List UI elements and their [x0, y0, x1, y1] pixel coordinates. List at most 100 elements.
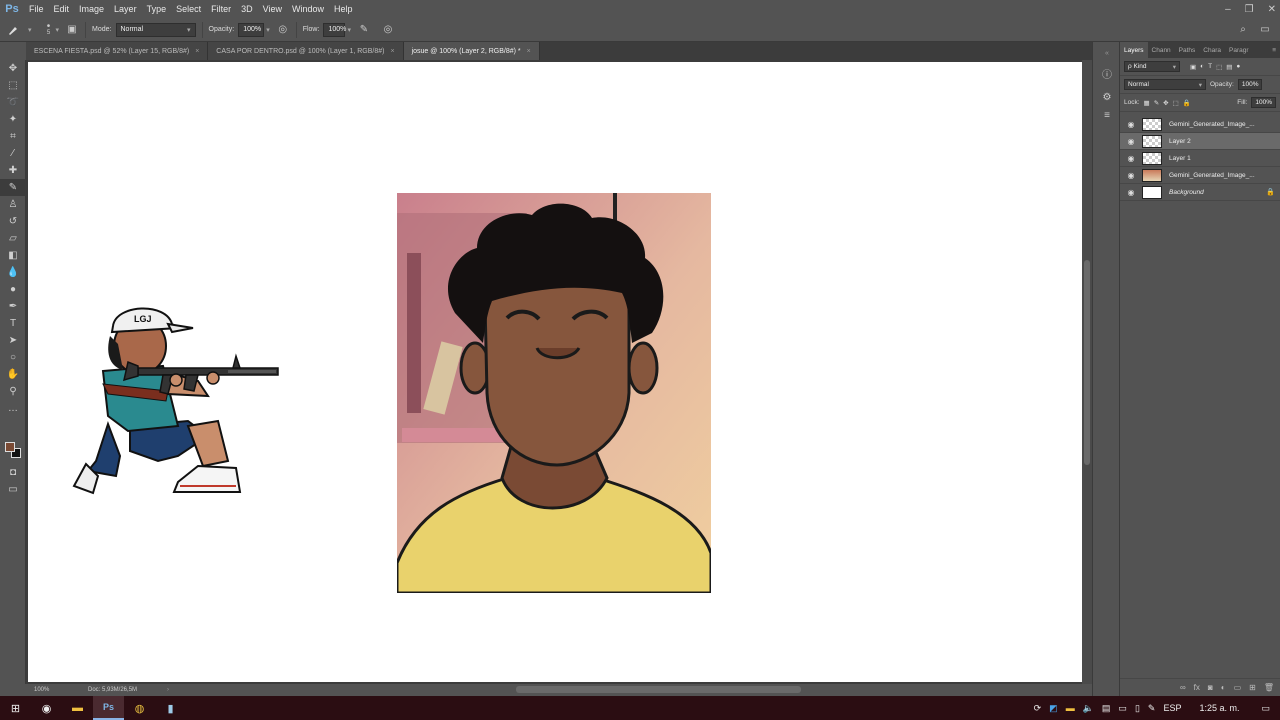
visibility-eye-icon[interactable]: ◉ [1120, 137, 1142, 146]
vertical-scrollbar[interactable] [1082, 60, 1092, 684]
hand-icon[interactable]: ✋ [0, 366, 26, 383]
marquee-icon[interactable]: ⬚ [0, 77, 26, 94]
chrome-icon[interactable]: ◍ [124, 696, 155, 720]
lock-all-icon[interactable]: 🔒 [1183, 99, 1191, 107]
visibility-eye-icon[interactable]: ◉ [1120, 171, 1142, 180]
properties-icon[interactable]: ≡ [1093, 106, 1121, 124]
mask-icon[interactable]: ◙ [1208, 683, 1213, 692]
menu-3d[interactable]: 3D [236, 4, 258, 14]
delete-icon[interactable]: 🗑 [1264, 683, 1274, 692]
filter-smart-icon[interactable]: ▤ [1226, 63, 1232, 71]
menu-edit[interactable]: Edit [49, 4, 75, 14]
language-indicator[interactable]: ESP [1163, 703, 1181, 713]
lock-artboard-icon[interactable]: ⬚ [1173, 99, 1179, 107]
tray-icon[interactable]: ◩ [1049, 703, 1058, 714]
opacity-input[interactable]: 100% [238, 22, 265, 37]
mode-select[interactable]: Normal ▾ [115, 22, 196, 37]
foreground-color-swatch[interactable] [5, 442, 15, 452]
tray-icon[interactable]: ▬ [1066, 703, 1075, 713]
type-icon[interactable]: T [0, 315, 26, 332]
menu-select[interactable]: Select [171, 4, 206, 14]
path-select-icon[interactable]: ➤ [0, 332, 26, 349]
crop-icon[interactable]: ⌗ [0, 128, 26, 145]
tab-paths[interactable]: Paths [1175, 42, 1200, 58]
lock-transparent-icon[interactable]: ▦ [1144, 99, 1150, 107]
layer-row[interactable]: ◉ Gemini_Generated_Image_... [1120, 116, 1280, 133]
tray-icon[interactable]: ▯ [1135, 703, 1140, 714]
link-icon[interactable]: ∞ [1180, 683, 1186, 692]
panel-menu-icon[interactable]: ≡ [1272, 47, 1276, 54]
canvas[interactable]: LGJ [28, 62, 1082, 682]
menu-help[interactable]: Help [329, 4, 358, 14]
fx-icon[interactable]: fx [1194, 683, 1200, 692]
adjustments-icon[interactable]: ⚙ [1093, 88, 1121, 106]
menu-view[interactable]: View [258, 4, 287, 14]
status-menu-icon[interactable]: › [167, 687, 169, 693]
brush-tool-preset-icon[interactable] [0, 23, 26, 37]
tab-close-icon[interactable]: × [390, 48, 394, 55]
layer-row[interactable]: ◉ Layer 1 [1120, 150, 1280, 167]
magic-wand-icon[interactable]: ✦ [0, 111, 26, 128]
windows-start-icon[interactable]: ⊞ [0, 696, 31, 720]
network-icon[interactable]: ▤ [1102, 703, 1111, 714]
history-brush-icon[interactable]: ↺ [0, 213, 26, 230]
lock-paint-icon[interactable]: ✎ [1154, 99, 1159, 107]
menu-file[interactable]: File [24, 4, 49, 14]
fill-input[interactable]: 100% [1251, 97, 1276, 108]
tab-casa-por-dentro[interactable]: CASA POR DENTRO.psd @ 100% (Layer 1, RGB… [208, 42, 404, 60]
clock[interactable]: 1:25 a. m. [1199, 703, 1239, 713]
more-tools-icon[interactable]: … [0, 400, 26, 417]
tab-paragraph[interactable]: Paragr [1225, 42, 1253, 58]
shape-icon[interactable]: ○ [0, 349, 26, 366]
tab-character[interactable]: Chara [1199, 42, 1225, 58]
dodge-icon[interactable]: ● [0, 281, 26, 298]
zoom-level[interactable]: 100% [34, 687, 74, 693]
menu-type[interactable]: Type [142, 4, 172, 14]
move-icon[interactable]: ✥ [0, 60, 26, 77]
search-icon[interactable]: ⌕ [1236, 23, 1250, 37]
filter-type-icon[interactable]: T [1208, 63, 1212, 70]
collapse-icon[interactable]: « [1093, 44, 1121, 62]
brush-panel-toggle-icon[interactable]: ▣ [65, 23, 79, 37]
pressure-opacity-icon[interactable]: ◎ [276, 23, 290, 37]
zoom-icon[interactable]: ⚲ [0, 383, 26, 400]
close-icon[interactable]: ✕ [1268, 4, 1276, 15]
info-icon[interactable]: ⓘ [1093, 64, 1121, 82]
tab-close-icon[interactable]: × [195, 48, 199, 55]
menu-image[interactable]: Image [74, 4, 109, 14]
minimize-icon[interactable]: – [1225, 4, 1231, 15]
tab-channels[interactable]: Chann [1148, 42, 1175, 58]
tab-josue[interactable]: josue @ 100% (Layer 2, RGB/8#) * × [403, 42, 540, 60]
gradient-icon[interactable]: ◧ [0, 247, 26, 264]
filter-shape-icon[interactable]: ⬚ [1216, 63, 1222, 71]
layer-opacity-input[interactable]: 100% [1237, 79, 1263, 90]
tray-icon[interactable]: ⟳ [1034, 703, 1042, 714]
menu-window[interactable]: Window [287, 4, 329, 14]
tab-layers[interactable]: Layers [1120, 42, 1148, 58]
app-icon[interactable]: ▮ [155, 696, 186, 720]
pen-icon[interactable]: ✒ [0, 298, 26, 315]
lock-move-icon[interactable]: ✥ [1163, 99, 1168, 107]
brush-icon[interactable]: ✎ [0, 179, 26, 196]
flow-input[interactable]: 100% [323, 22, 346, 37]
eraser-icon[interactable]: ▱ [0, 230, 26, 247]
layer-row[interactable]: ◉ Gemini_Generated_Image_... [1120, 167, 1280, 184]
airbrush-icon[interactable]: ✎ [357, 23, 371, 37]
file-explorer-icon[interactable]: ▬ [62, 696, 93, 720]
healing-icon[interactable]: ✚ [0, 162, 26, 179]
filter-toggle-icon[interactable]: ● [1236, 63, 1240, 70]
layer-row[interactable]: ◉ Background 🔒 [1120, 184, 1280, 201]
screen-mode-icon[interactable]: ▭ [0, 481, 26, 498]
blend-mode-select[interactable]: Normal ▾ [1124, 79, 1206, 90]
notifications-icon[interactable]: ▭ [1261, 703, 1270, 714]
visibility-eye-icon[interactable]: ◉ [1120, 120, 1142, 129]
tab-close-icon[interactable]: × [527, 48, 531, 55]
blur-icon[interactable]: 💧 [0, 264, 26, 281]
group-icon[interactable]: ▭ [1234, 683, 1242, 692]
quick-mask-icon[interactable]: ◘ [0, 464, 26, 481]
volume-icon[interactable]: 🔈 [1083, 703, 1094, 714]
pressure-size-icon[interactable]: ◎ [381, 23, 395, 37]
brush-size-picker[interactable]: • 5 [42, 21, 56, 37]
stamp-icon[interactable]: ♙ [0, 196, 26, 213]
new-layer-icon[interactable]: ⊞ [1249, 683, 1256, 692]
